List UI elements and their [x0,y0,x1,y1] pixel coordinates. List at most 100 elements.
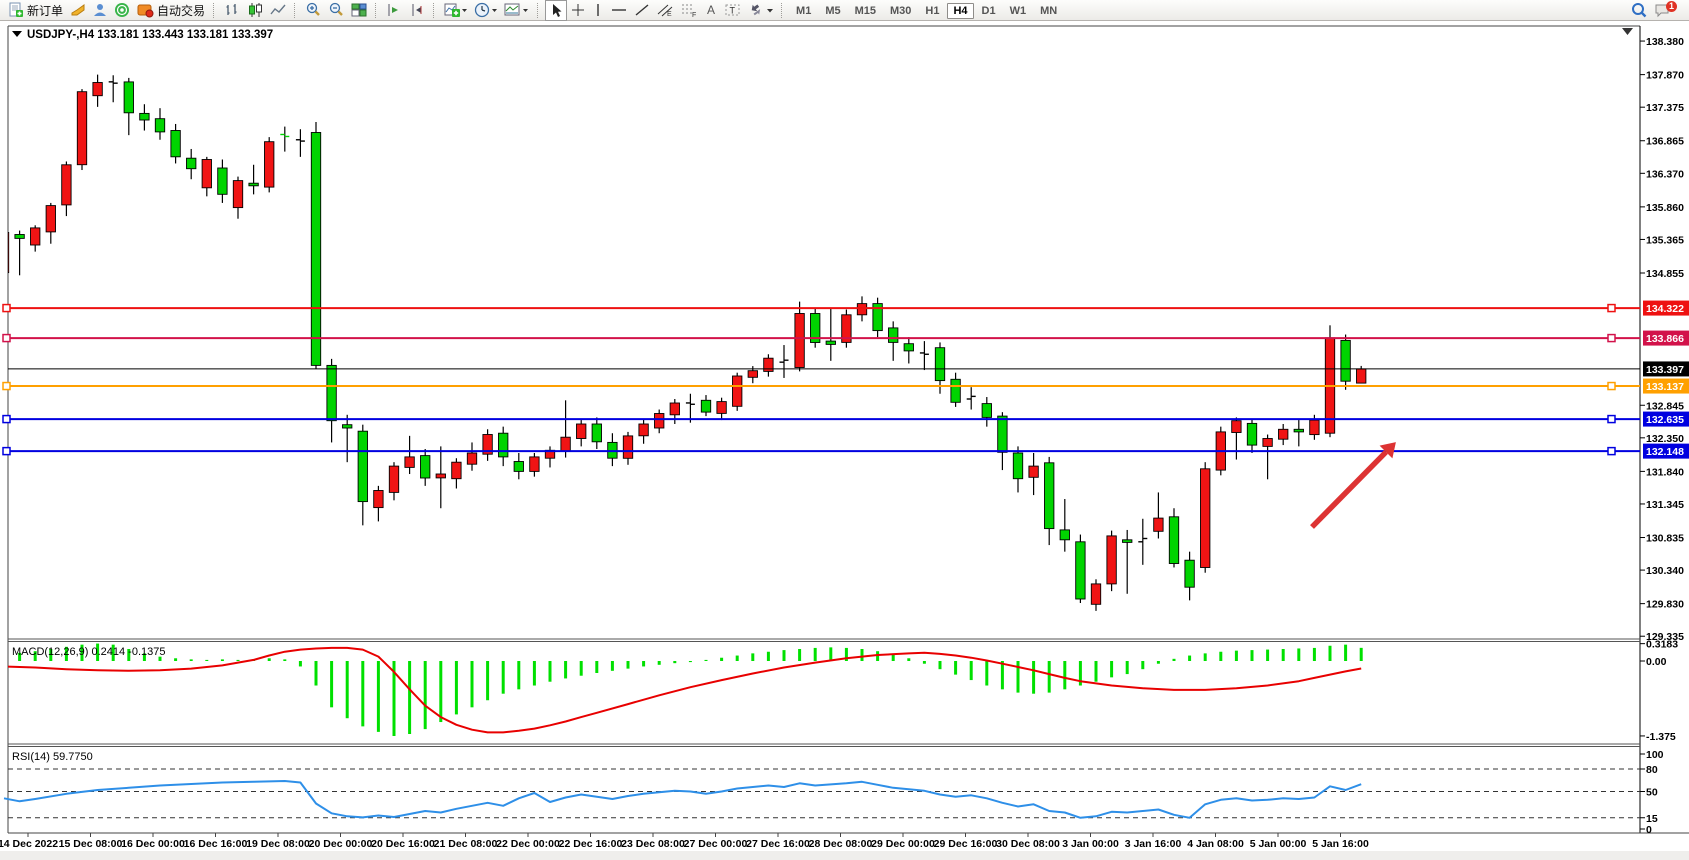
text-label-tool-button[interactable]: T [721,1,745,20]
sound-button[interactable] [67,1,89,20]
notifications-button[interactable]: 1 [1651,2,1675,18]
horizontal-line-tool-button[interactable] [607,1,631,20]
svg-text:F: F [692,12,696,18]
text-tool-button[interactable]: A [701,1,721,20]
svg-text:T: T [730,6,736,16]
line-chart-icon [270,2,287,18]
svg-text:100: 100 [1646,749,1664,761]
timeframe-button-m30[interactable]: M30 [884,3,917,19]
indicators-button[interactable] [441,1,471,20]
tile-windows-button[interactable] [348,1,371,20]
line-handle [1608,335,1615,342]
svg-text:15 Dec 08:00: 15 Dec 08:00 [59,838,123,850]
svg-text:50: 50 [1646,787,1658,799]
candle-chart-type-button[interactable] [244,1,267,20]
zoom-out-button[interactable] [325,1,348,20]
tile-windows-icon [351,2,368,18]
svg-text:23 Dec 08:00: 23 Dec 08:00 [621,838,685,850]
line-handle [1608,448,1615,455]
svg-text:19 Dec 08:00: 19 Dec 08:00 [246,838,310,850]
svg-text:129.830: 129.830 [1646,599,1684,611]
svg-text:0.00: 0.00 [1646,656,1667,668]
svg-text:21 Dec 08:00: 21 Dec 08:00 [434,838,498,850]
market-watch-button[interactable] [89,1,111,20]
svg-text:130.340: 130.340 [1646,565,1684,577]
line-handle [1608,383,1615,390]
search-button[interactable] [1627,1,1651,20]
svg-text:132.635: 132.635 [1646,414,1684,426]
line-handle [3,448,10,455]
svg-text:5 Jan 00:00: 5 Jan 00:00 [1250,838,1307,850]
svg-text:-1.375: -1.375 [1646,731,1676,743]
auto-trading-button[interactable]: 自动交易 [133,1,209,20]
svg-text:136.865: 136.865 [1646,136,1684,148]
sound-icon [70,2,86,18]
line-handle [1608,305,1615,312]
svg-text:20 Dec 16:00: 20 Dec 16:00 [371,838,435,850]
svg-text:27 Dec 00:00: 27 Dec 00:00 [684,838,748,850]
svg-text:133.397: 133.397 [1646,364,1684,376]
svg-text:5 Jan 16:00: 5 Jan 16:00 [1312,838,1369,850]
svg-text:MACD(12,26,9) 0.2414 -0.1375: MACD(12,26,9) 0.2414 -0.1375 [12,646,165,658]
auto-scroll-button[interactable] [383,1,406,20]
trendline-tool-button[interactable] [631,1,653,20]
line-handle [3,305,10,312]
timeframe-button-m5[interactable]: M5 [819,3,846,19]
svg-text:131.840: 131.840 [1646,466,1684,478]
zoom-in-button[interactable] [302,1,325,20]
separator [537,3,541,18]
svg-text:133.137: 133.137 [1646,381,1684,393]
price-chart-canvas[interactable]: 138.380137.870137.375136.865136.370135.8… [0,21,1689,860]
fibonacci-tool-button[interactable]: F [677,1,701,20]
timeframe-button-m1[interactable]: M1 [790,3,817,19]
vertical-line-tool-button[interactable] [589,1,607,20]
channel-tool-button[interactable]: E [653,1,677,20]
timeframes-menu-button[interactable] [471,1,501,20]
bar-chart-type-button[interactable] [221,1,244,20]
arrows-shapes-icon [748,2,774,18]
svg-text:0.3183: 0.3183 [1646,639,1678,651]
equidistant-channel-icon: E [656,2,674,18]
line-handle [3,383,10,390]
bar-chart-icon [224,2,241,18]
timeframe-button-h1[interactable]: H1 [919,3,945,19]
timeframe-buttons: M1M5M15M30H1H4D1W1MN [789,1,1064,19]
separator [375,3,379,18]
new-order-button[interactable]: 新订单 [4,1,67,20]
timeframe-button-mn[interactable]: MN [1034,3,1063,19]
template-icon [504,2,530,18]
svg-text:132.845: 132.845 [1646,400,1684,412]
cursor-tool-button[interactable] [545,0,567,21]
templates-button[interactable] [501,1,533,20]
svg-text:3 Jan 16:00: 3 Jan 16:00 [1125,838,1182,850]
svg-text:131.345: 131.345 [1646,499,1684,511]
separator [213,3,217,18]
timeframe-button-w1[interactable]: W1 [1004,3,1033,19]
svg-text:136.370: 136.370 [1646,168,1684,180]
svg-text:137.870: 137.870 [1646,70,1684,82]
svg-text:30 Dec 08:00: 30 Dec 08:00 [996,838,1060,850]
separator [781,3,785,18]
signal-button[interactable] [111,1,133,20]
svg-text:28 Dec 08:00: 28 Dec 08:00 [809,838,873,850]
chart-shift-button[interactable] [406,1,429,20]
zoom-in-icon [305,2,322,18]
timeframe-button-d1[interactable]: D1 [976,3,1002,19]
fibonacci-icon: F [680,2,698,18]
indicators-icon [444,2,468,18]
crosshair-tool-button[interactable] [567,1,589,20]
svg-text:135.365: 135.365 [1646,234,1684,246]
auto-scroll-icon [386,2,403,18]
line-chart-type-button[interactable] [267,1,290,20]
timeframe-button-h4[interactable]: H4 [947,3,973,19]
svg-text:RSI(14) 59.7750: RSI(14) 59.7750 [12,751,93,763]
svg-text:4 Jan 08:00: 4 Jan 08:00 [1187,838,1244,850]
svg-text:133.866: 133.866 [1646,333,1684,345]
window-bottom-strip [0,851,1689,860]
svg-text:USDJPY-,H4 133.181 133.443 13: USDJPY-,H4 133.181 133.443 133.181 133.3… [27,29,273,41]
shapes-tool-button[interactable] [745,1,777,20]
vertical-line-icon [592,2,604,18]
auto-trading-icon [137,2,154,18]
timeframe-button-m15[interactable]: M15 [849,3,882,19]
svg-text:130.835: 130.835 [1646,533,1684,545]
